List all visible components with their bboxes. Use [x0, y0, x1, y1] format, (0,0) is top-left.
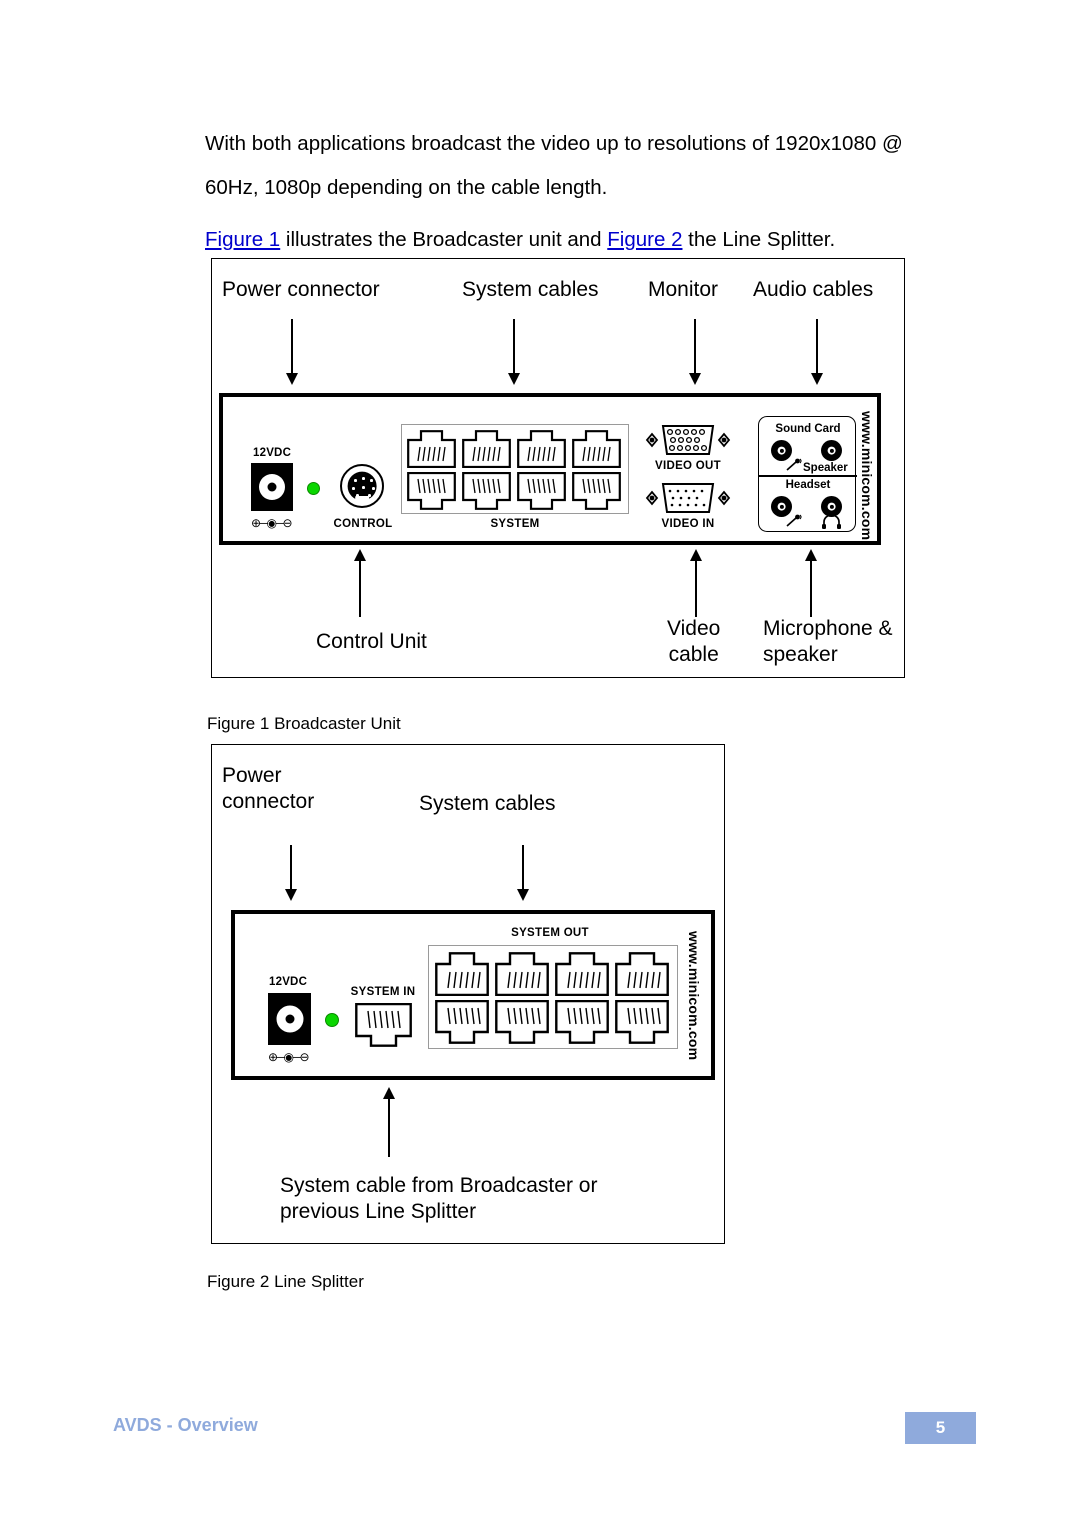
system-port-4[interactable] [572, 430, 621, 468]
line-splitter-panel: 12VDC ⊕─◉─⊖ SYSTEM IN SYSTEM OUT www.min… [231, 910, 715, 1080]
control-ps2-port[interactable] [340, 464, 384, 508]
video-in-connector[interactable] [641, 480, 735, 516]
system-in-label: SYSTEM IN [350, 986, 416, 998]
figure-1-link[interactable]: Figure 1 [205, 228, 280, 251]
system-out-ports-group [428, 945, 678, 1049]
system-in-port[interactable] [355, 1003, 412, 1047]
system-out-port-2[interactable] [495, 952, 549, 996]
broadcaster-unit-panel: 12VDC ⊕─◉─⊖ CONTROL SYSTEM VIDEO OUT VID… [219, 393, 881, 545]
figure-references-paragraph: Figure 1 illustrates the Broadcaster uni… [205, 218, 925, 262]
system-out-port-5[interactable] [435, 1000, 489, 1044]
page-number-badge: 5 [905, 1412, 976, 1444]
audio-connectors-block: Sound Card Speaker Headset [758, 416, 857, 532]
figure2-callout-system-cables: System cables [419, 792, 556, 815]
headphone-jack[interactable] [821, 496, 842, 517]
video-out-label: VIDEO OUT [655, 460, 721, 472]
system-port-7[interactable] [517, 472, 566, 510]
splitter-polarity-symbol: ⊕─◉─⊖ [268, 1050, 310, 1064]
headphone-icon [821, 516, 842, 529]
figure1-arrow-monitor [689, 319, 701, 385]
splitter-brand-text: www.minicom.com [686, 931, 702, 1061]
figure1-arrow-power-connector [286, 319, 298, 385]
video-in-label: VIDEO IN [661, 518, 715, 530]
control-port-label: CONTROL [333, 518, 393, 530]
figure2-arrow-power-connector [285, 845, 297, 901]
broadcaster-power-led [307, 482, 320, 495]
figure1-arrow-audio-cables [811, 319, 823, 385]
figure1-arrow-video-cable [690, 549, 702, 617]
broadcaster-polarity-symbol: ⊕─◉─⊖ [251, 516, 293, 530]
broadcaster-power-label: 12VDC [253, 447, 292, 459]
system-port-1[interactable] [407, 430, 456, 468]
figure1-callout-system-cables: System cables [462, 278, 599, 301]
splitter-power-jack[interactable] [268, 993, 311, 1045]
figure-2-caption: Figure 2 Line Splitter [207, 1272, 364, 1291]
figure1-callout-power-connector: Power connector [222, 278, 380, 301]
speaker-label: Speaker [803, 462, 848, 474]
figure2-callout-system-cable-source: System cable from Broadcaster or previou… [280, 1174, 598, 1223]
figrefs-mid-text: illustrates the Broadcaster unit and [280, 228, 608, 251]
figure1-callout-audio-cables: Audio cables [753, 278, 874, 301]
figure2-arrow-system-cable-source [383, 1087, 395, 1157]
system-out-port-3[interactable] [555, 952, 609, 996]
broadcaster-brand-text: www.minicom.com [859, 411, 875, 541]
microphone-icon [785, 458, 803, 472]
video-out-connector[interactable] [641, 422, 735, 458]
figure1-callout-control-unit: Control Unit [316, 630, 427, 653]
figure1-arrow-system-cables [508, 319, 520, 385]
system-port-5[interactable] [407, 472, 456, 510]
system-ports-label: SYSTEM [490, 518, 540, 530]
headset-title: Headset [785, 479, 831, 491]
figure2-callout-power-connector: Power connector [222, 764, 315, 813]
system-out-port-7[interactable] [555, 1000, 609, 1044]
splitter-power-led [325, 1013, 339, 1027]
figrefs-tail-text: the Line Splitter. [682, 228, 836, 251]
system-out-port-1[interactable] [435, 952, 489, 996]
figure1-callout-video-cable: Video cable [667, 617, 721, 666]
figure2-arrow-system-cables [517, 845, 529, 901]
system-out-port-8[interactable] [615, 1000, 669, 1044]
sound-card-title: Sound Card [775, 423, 841, 435]
system-port-3[interactable] [517, 430, 566, 468]
headset-microphone-icon [785, 514, 803, 528]
broadcaster-power-jack[interactable] [251, 463, 293, 511]
figure1-arrow-microphone-speaker [805, 549, 817, 617]
splitter-power-label: 12VDC [269, 976, 308, 988]
audio-block-divider [759, 475, 857, 477]
footer-title: AVDS - Overview [113, 1415, 258, 1435]
system-port-8[interactable] [572, 472, 621, 510]
intro-paragraph: With both applications broadcast the vid… [205, 132, 903, 199]
figure1-callout-microphone-speaker: Microphone & speaker [763, 617, 893, 666]
figure1-callout-monitor: Monitor [648, 278, 719, 301]
system-port-2[interactable] [462, 430, 511, 468]
figure-2-link[interactable]: Figure 2 [607, 228, 682, 251]
speaker-jack[interactable] [821, 440, 842, 461]
system-port-6[interactable] [462, 472, 511, 510]
system-out-label: SYSTEM OUT [511, 927, 589, 939]
system-out-port-6[interactable] [495, 1000, 549, 1044]
figure1-arrow-control-unit [354, 549, 366, 617]
system-ports-group [401, 424, 629, 514]
system-out-port-4[interactable] [615, 952, 669, 996]
figure-1-caption: Figure 1 Broadcaster Unit [207, 714, 401, 733]
